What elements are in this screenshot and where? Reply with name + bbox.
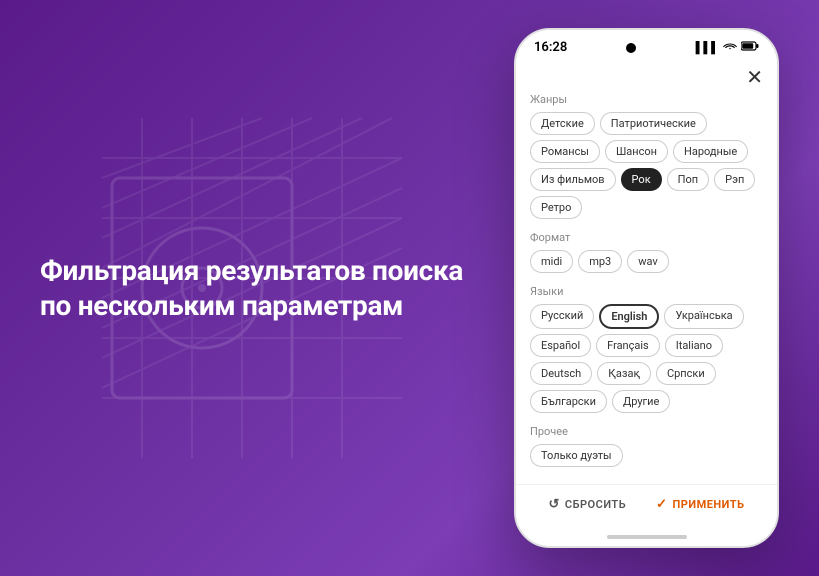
tag-srpski[interactable]: Српски <box>656 362 716 385</box>
tag-shanson[interactable]: Шансон <box>605 140 668 163</box>
tag-drugie[interactable]: Другие <box>612 390 670 413</box>
home-indicator <box>516 528 777 546</box>
format-label: Формат <box>530 231 763 244</box>
reset-icon: ↺ <box>549 497 560 512</box>
tag-pop[interactable]: Поп <box>667 168 709 191</box>
languages-label: Языки <box>530 285 763 298</box>
phone-mockup: 16:28 ▌▌▌ <box>514 28 779 548</box>
phone-frame: 16:28 ▌▌▌ <box>514 28 779 548</box>
tag-deutsch[interactable]: Deutsch <box>530 362 592 385</box>
apply-button[interactable]: ✓ ПРИМЕНИТЬ <box>656 497 744 512</box>
status-icons: ▌▌▌ <box>696 41 759 54</box>
status-bar: 16:28 ▌▌▌ <box>516 30 777 59</box>
camera-notch <box>626 43 636 53</box>
filter-content[interactable]: ✕ Жанры Детские Патриотические Романсы Ш… <box>516 59 777 484</box>
tag-romansy[interactable]: Романсы <box>530 140 600 163</box>
genres-tags: Детские Патриотические Романсы Шансон На… <box>530 112 763 219</box>
apply-label: ПРИМЕНИТЬ <box>673 498 745 511</box>
tag-narodnye[interactable]: Народные <box>673 140 748 163</box>
format-section: Формат midi mp3 wav <box>530 231 763 273</box>
left-panel: Фильтрация результатов поиска по несколь… <box>40 253 514 323</box>
tag-ukrainska[interactable]: Українська <box>664 304 743 329</box>
genres-label: Жанры <box>530 93 763 106</box>
close-button[interactable]: ✕ <box>746 67 763 87</box>
languages-section: Языки Русский English Українська Español… <box>530 285 763 413</box>
tag-mp3[interactable]: mp3 <box>578 250 622 273</box>
tag-balgarski[interactable]: Български <box>530 390 607 413</box>
tag-wav[interactable]: wav <box>627 250 669 273</box>
genres-section: Жанры Детские Патриотические Романсы Шан… <box>530 93 763 219</box>
tag-iz-filmov[interactable]: Из фильмов <box>530 168 616 191</box>
tag-patrioticheskie[interactable]: Патриотические <box>600 112 707 135</box>
reset-button[interactable]: ↺ СБРОСИТЬ <box>549 497 627 512</box>
other-tags: Только дуэты <box>530 444 763 467</box>
tag-detskie[interactable]: Детские <box>530 112 595 135</box>
tag-italiano[interactable]: Italiano <box>665 334 723 357</box>
languages-tags: Русский English Українська Español Franç… <box>530 304 763 413</box>
status-time: 16:28 <box>534 40 567 55</box>
home-bar <box>607 535 687 539</box>
signal-icon: ▌▌▌ <box>696 41 719 54</box>
tag-francais[interactable]: Français <box>596 334 660 357</box>
phone-footer: ↺ СБРОСИТЬ ✓ ПРИМЕНИТЬ <box>516 484 777 528</box>
other-section: Прочее Только дуэты <box>530 425 763 467</box>
format-tags: midi mp3 wav <box>530 250 763 273</box>
wifi-icon <box>723 41 737 54</box>
page-title: Фильтрация результатов поиска по несколь… <box>40 253 484 323</box>
close-row: ✕ <box>530 59 763 93</box>
other-label: Прочее <box>530 425 763 438</box>
tag-retro[interactable]: Ретро <box>530 196 582 219</box>
reset-label: СБРОСИТЬ <box>565 498 626 511</box>
apply-icon: ✓ <box>656 497 667 512</box>
tag-duety[interactable]: Только дуэты <box>530 444 623 467</box>
tag-rok[interactable]: Рок <box>621 168 662 191</box>
tag-espanol[interactable]: Español <box>530 334 591 357</box>
tag-kazak[interactable]: Қазақ <box>597 362 651 385</box>
tag-midi[interactable]: midi <box>530 250 573 273</box>
tag-english[interactable]: English <box>599 304 659 329</box>
tag-rep[interactable]: Рэп <box>714 168 755 191</box>
tag-russkiy[interactable]: Русский <box>530 304 594 329</box>
battery-icon <box>741 41 759 54</box>
